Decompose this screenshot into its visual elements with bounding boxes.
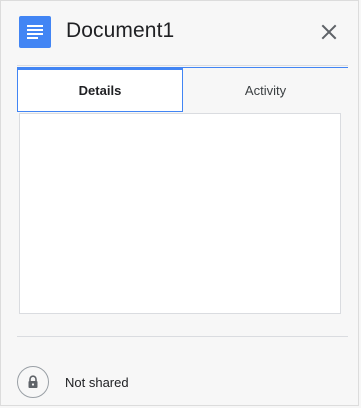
lock-icon: [17, 366, 49, 398]
sharing-status: Not shared: [17, 366, 348, 400]
section-divider: [17, 336, 348, 337]
google-docs-icon: [19, 16, 51, 48]
close-button[interactable]: [317, 20, 341, 44]
close-icon: [321, 24, 337, 40]
details-content-area: [19, 113, 341, 314]
tab-activity-label: Activity: [244, 82, 287, 98]
details-panel: Document1 Details Activity Not shared: [0, 0, 359, 406]
tab-bar: Details Activity: [17, 67, 348, 112]
tab-details[interactable]: Details: [17, 67, 183, 112]
sharing-status-label: Not shared: [65, 375, 129, 390]
document-title: Document1: [66, 19, 175, 42]
tab-details-label: Details: [78, 83, 122, 98]
header-divider: [17, 65, 348, 66]
panel-header: Document1: [1, 1, 361, 65]
tab-activity[interactable]: Activity: [183, 67, 348, 112]
